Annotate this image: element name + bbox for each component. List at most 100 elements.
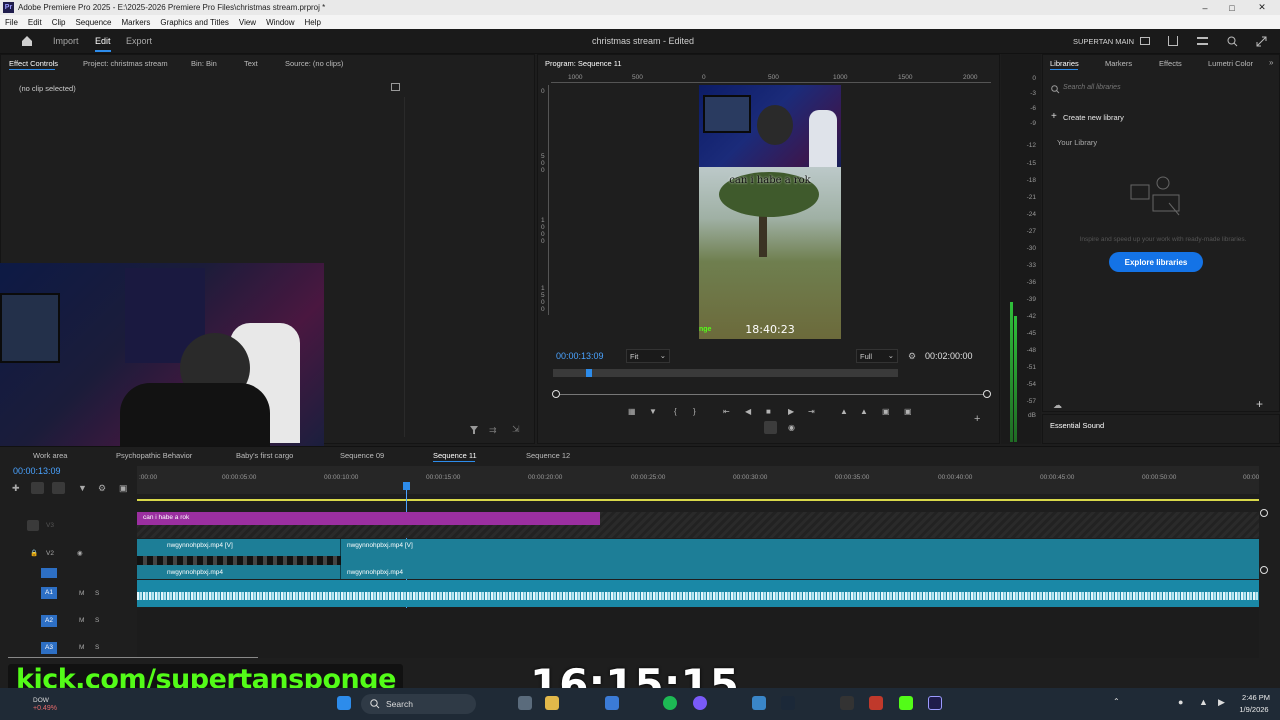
photos-icon[interactable] <box>752 696 766 710</box>
quick-export-icon[interactable] <box>1197 37 1208 45</box>
fit-dropdown[interactable]: Fit ⌄ <box>626 349 670 363</box>
tab-babys-first[interactable]: Baby's first cargo <box>236 451 293 460</box>
audio-clip-header-b[interactable]: nwgynnohpbxj.mp4 <box>341 567 1259 579</box>
eye-icon[interactable]: ◉ <box>77 549 83 557</box>
tab-psychopathic[interactable]: Psychopathic Behavior <box>116 451 192 460</box>
filter-icon[interactable] <box>469 425 479 435</box>
snap-button[interactable] <box>31 482 44 494</box>
close-icon[interactable]: ✕ <box>1251 0 1273 15</box>
timeline-timecode[interactable]: 00:00:13:09 <box>13 466 61 476</box>
discord-icon[interactable] <box>693 696 707 710</box>
scroll-handle-left[interactable] <box>552 390 560 398</box>
wrench-icon[interactable]: ⚙ <box>98 483 106 494</box>
add-marker-icon[interactable]: ▼ <box>78 483 87 493</box>
tab-effects[interactable]: Effects <box>1159 59 1182 68</box>
linked-selection-button[interactable] <box>52 482 65 494</box>
tab-essential-sound[interactable]: Essential Sound <box>1050 421 1104 430</box>
track-label-v2[interactable]: V2 <box>46 550 54 557</box>
edit-tab[interactable]: Edit <box>95 36 111 46</box>
maximize-icon[interactable]: □ <box>1221 0 1243 15</box>
share-icon[interactable] <box>1168 36 1178 46</box>
marker-icon[interactable]: ▼ <box>649 407 657 416</box>
wrench-icon[interactable]: ⚙ <box>908 351 916 362</box>
menu-view[interactable]: View <box>239 18 256 27</box>
home-icon[interactable] <box>21 35 33 47</box>
mini-timeline[interactable] <box>553 369 898 377</box>
tray-expand-icon[interactable]: ⌃ <box>1113 697 1120 706</box>
tab-lumetri[interactable]: Lumetri Color <box>1208 59 1253 68</box>
task-view-icon[interactable] <box>518 696 532 710</box>
taskbar-time[interactable]: 2:46 PM <box>1236 693 1276 702</box>
solo-button[interactable]: S <box>95 590 99 597</box>
menu-file[interactable]: File <box>5 18 18 27</box>
volume-icon[interactable]: ▶ <box>1218 697 1225 708</box>
import-tab[interactable]: Import <box>53 36 79 46</box>
windows-start-icon[interactable] <box>337 696 351 710</box>
minimize-icon[interactable]: – <box>1194 0 1216 15</box>
premiere-taskbar-icon[interactable] <box>928 696 942 710</box>
track-label-a3[interactable]: A3 <box>41 642 57 654</box>
track-label-a1[interactable]: A1 <box>41 587 57 599</box>
menu-graphics[interactable]: Graphics and Titles <box>160 18 228 27</box>
overwrite-icon[interactable]: ▣ <box>904 407 912 416</box>
more-tabs-icon[interactable]: » <box>1269 58 1273 67</box>
go-to-out-icon[interactable]: ⇥ <box>808 407 815 416</box>
track-label-v3[interactable]: V3 <box>46 522 54 529</box>
mute-button[interactable]: M <box>79 617 84 624</box>
menu-sequence[interactable]: Sequence <box>75 18 111 27</box>
solo-button[interactable]: S <box>95 644 99 651</box>
text-clip[interactable]: can i habe a rok <box>137 512 600 525</box>
search-icon[interactable] <box>1227 36 1238 47</box>
tab-sequence-09[interactable]: Sequence 09 <box>340 451 384 460</box>
playhead-head[interactable] <box>403 482 410 490</box>
menu-edit[interactable]: Edit <box>28 18 42 27</box>
menu-window[interactable]: Window <box>266 18 294 27</box>
store-icon[interactable] <box>605 696 619 710</box>
work-area-bar[interactable] <box>137 499 1259 501</box>
tab-sequence-11[interactable]: Sequence 11 <box>433 451 477 460</box>
mark-in-icon[interactable]: { <box>674 407 677 416</box>
extract-icon[interactable]: ▲ <box>860 407 868 416</box>
time-ruler[interactable] <box>137 466 1259 494</box>
kick-icon[interactable] <box>899 696 913 710</box>
solo-button[interactable]: S <box>95 617 99 624</box>
menu-clip[interactable]: Clip <box>52 18 66 27</box>
add-button-icon[interactable]: + <box>974 413 980 425</box>
add-icon[interactable]: + <box>1256 397 1263 411</box>
scroll-handle-right[interactable] <box>983 390 991 398</box>
step-forward-icon[interactable]: ▶ <box>788 407 794 416</box>
tab-markers[interactable]: Markers <box>1105 59 1132 68</box>
go-to-in-icon[interactable]: ⇤ <box>723 407 730 416</box>
microphone-icon[interactable]: ● <box>1178 697 1183 707</box>
terminal-icon[interactable] <box>840 696 854 710</box>
zoom-fit-icon[interactable]: ▦ <box>628 407 636 416</box>
tab-effect-controls[interactable]: Effect Controls <box>9 59 58 68</box>
lock-icon[interactable] <box>27 520 39 531</box>
vscroll-handle[interactable] <box>1260 509 1268 517</box>
workspaces-icon[interactable] <box>1140 37 1150 45</box>
library-search-input[interactable]: Search all libraries <box>1063 84 1263 96</box>
camera-icon[interactable]: ◉ <box>788 423 795 432</box>
mark-out-icon[interactable]: } <box>693 407 696 416</box>
track-label-a2[interactable]: A2 <box>41 615 57 627</box>
program-timecode[interactable]: 00:00:13:09 <box>556 351 604 361</box>
timeline-hscroll[interactable] <box>8 657 258 658</box>
audio-clip-header-a[interactable]: nwgynnohpbxj.mp4 <box>137 567 341 579</box>
playhead-marker[interactable] <box>586 369 592 377</box>
workspace-label[interactable]: SUPERTAN MAIN <box>1073 37 1134 46</box>
stop-icon[interactable]: ■ <box>766 407 771 416</box>
vscroll-handle[interactable] <box>1260 566 1268 574</box>
explore-libraries-button[interactable]: Explore libraries <box>1109 252 1203 272</box>
wifi-icon[interactable]: ▲ <box>1199 697 1208 707</box>
menu-help[interactable]: Help <box>305 18 321 27</box>
tab-sequence-12[interactable]: Sequence 12 <box>526 451 570 460</box>
settings-icon[interactable]: ⇲ <box>512 424 520 435</box>
spotify-icon[interactable] <box>663 696 677 710</box>
taskbar-date[interactable]: 1/9/2026 <box>1232 705 1276 714</box>
app-icon[interactable] <box>869 696 883 710</box>
audio-waveform[interactable] <box>137 580 1259 607</box>
captions-icon[interactable]: ▣ <box>119 483 128 494</box>
tab-source[interactable]: Source: (no clips) <box>285 59 343 68</box>
file-explorer-icon[interactable] <box>545 696 559 710</box>
zoom-scrollbar[interactable] <box>556 394 987 395</box>
